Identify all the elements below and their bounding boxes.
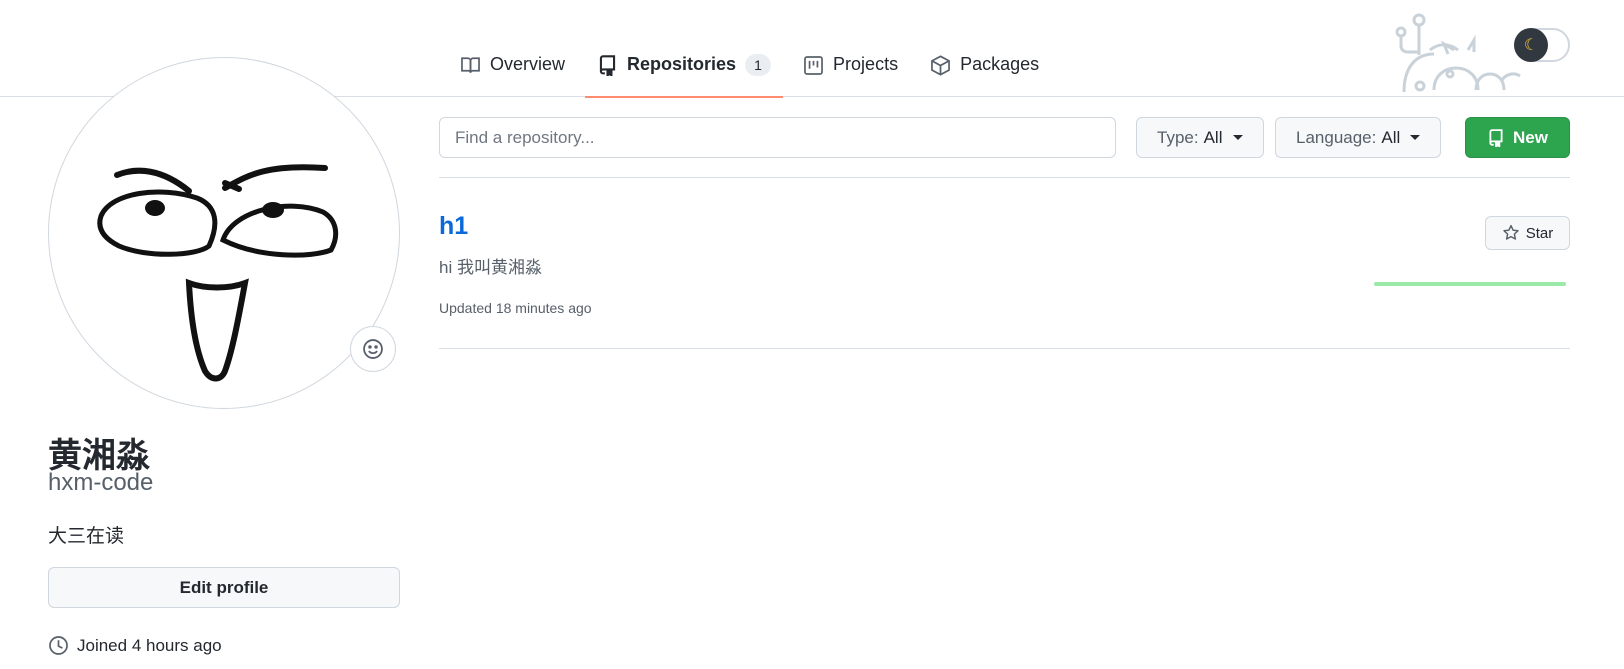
repo-activity-sparkline [1374,282,1566,286]
joined-text: Joined 4 hours ago [77,635,222,655]
repo-icon [1489,128,1503,147]
repositories-count-badge: 1 [745,54,772,76]
theme-toggle[interactable]: ☾ [1514,28,1570,62]
tab-projects[interactable]: Projects [791,42,910,97]
caret-down-icon [1232,135,1243,140]
tab-overview[interactable]: Overview [448,42,577,97]
tab-overview-label: Overview [490,54,566,74]
star-label: Star [1525,224,1554,242]
repo-icon [599,55,616,76]
profile-tabs: Overview Repositories 1 Projects Package… [448,42,1059,98]
repo-description: hi 我叫黄湘淼 [439,258,542,277]
profile-login: hxm-code [48,469,154,496]
set-status-button[interactable] [350,326,396,372]
language-filter-button[interactable]: Language: All [1275,117,1442,158]
clock-icon [49,636,68,655]
joined-info: Joined 4 hours ago [48,635,222,656]
type-filter-value: All [1203,127,1223,147]
list-top-divider [439,177,1570,178]
face-drawing-avatar [97,164,339,382]
tab-repositories[interactable]: Repositories 1 [585,42,784,98]
language-filter-value: All [1381,127,1401,147]
repository-search-input[interactable] [439,117,1116,158]
moon-icon: ☾ [1514,28,1548,62]
repo-updated-time: Updated 18 minutes ago [439,300,592,316]
tab-projects-label: Projects [833,54,899,74]
star-icon [1503,224,1519,240]
tab-repositories-label: Repositories [627,54,737,74]
new-repository-button[interactable]: New [1465,117,1570,158]
tab-packages[interactable]: Packages [918,42,1051,97]
list-bottom-divider [439,348,1570,349]
new-button-label: New [1513,127,1548,147]
avatar[interactable] [48,57,400,409]
avatar-container [48,57,400,409]
language-filter-label: Language: [1296,127,1377,147]
repo-name-link[interactable]: h1 [439,212,468,241]
package-icon [931,55,950,76]
profile-bio: 大三在读 [48,526,125,547]
smiley-icon [363,339,383,359]
project-icon [804,56,823,75]
type-filter-label: Type: [1157,127,1199,147]
edit-profile-button[interactable]: Edit profile [48,567,400,608]
book-icon [461,57,480,73]
type-filter-button[interactable]: Type: All [1136,117,1264,158]
tab-packages-label: Packages [960,54,1040,74]
star-button[interactable]: Star [1485,216,1570,250]
caret-down-icon [1410,135,1421,140]
